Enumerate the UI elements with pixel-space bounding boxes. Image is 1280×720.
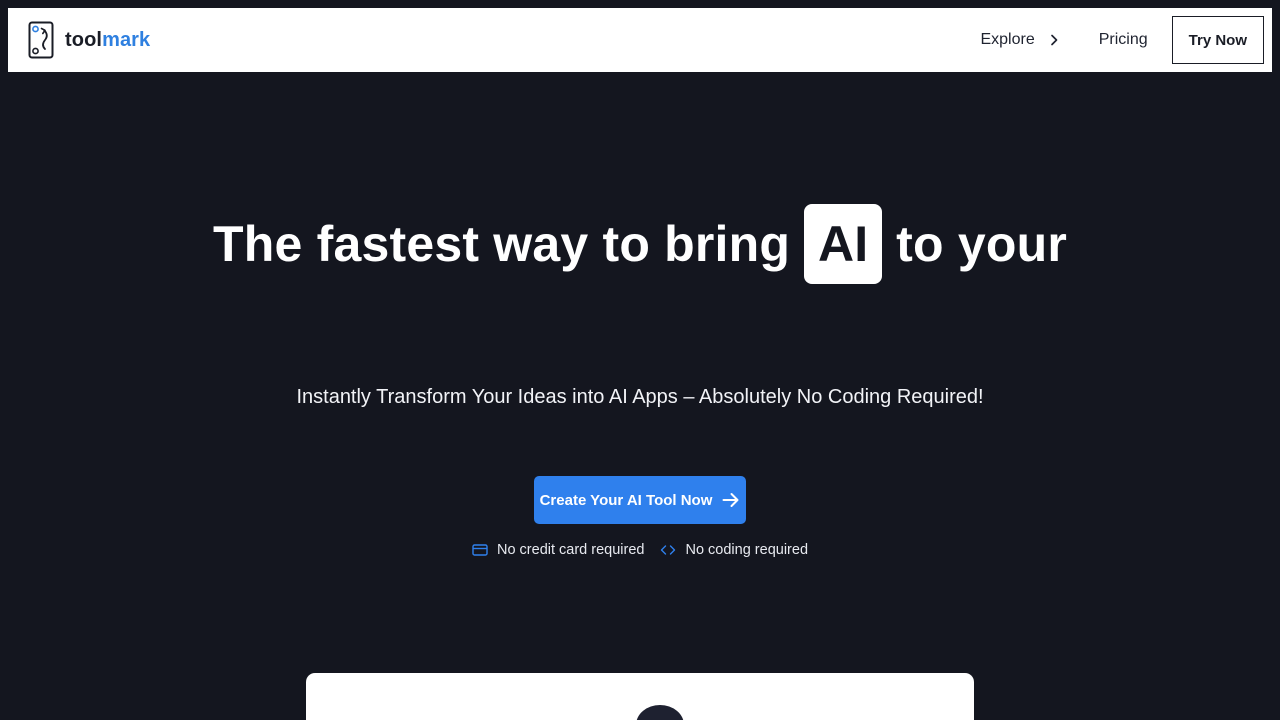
arrow-right-icon: [722, 493, 739, 507]
credit-card-icon: [472, 544, 488, 556]
note-no-coding: No coding required: [660, 540, 808, 560]
nav-explore[interactable]: Explore: [980, 31, 1058, 49]
note-no-credit-card-label: No credit card required: [496, 542, 645, 558]
page: toolmark Explore Pricing Try Now The fas…: [0, 0, 1280, 720]
toolmark-logo-icon: [28, 21, 54, 59]
try-now-button[interactable]: Try Now: [1171, 16, 1264, 64]
hero-subtitle: Instantly Transform Your Ideas into AI A…: [296, 386, 984, 408]
preview-card: [306, 673, 974, 720]
hero-title-after: to your: [896, 216, 1067, 272]
hero-title-before: The fastest way to bring: [213, 216, 791, 272]
chevron-right-icon: [1050, 34, 1058, 46]
brand-home-link[interactable]: toolmark: [28, 21, 150, 59]
hero-title-highlight: AI: [804, 204, 883, 284]
preview-avatar-shape: [636, 705, 684, 720]
hero-title: The fastest way to bring AI to your: [0, 204, 1280, 284]
main-nav: Explore Pricing Try Now: [980, 8, 1264, 72]
top-navbar: toolmark Explore Pricing Try Now: [8, 8, 1272, 72]
note-no-coding-label: No coding required: [685, 542, 809, 558]
note-no-credit-card: No credit card required: [472, 540, 645, 560]
code-icon: [661, 545, 676, 555]
nav-pricing[interactable]: Pricing: [1099, 31, 1148, 49]
create-ai-tool-label: Create Your AI Tool Now: [539, 491, 713, 509]
hero-notes: No credit card required No coding requir…: [0, 540, 1280, 560]
nav-explore-label: Explore: [980, 31, 1035, 48]
create-ai-tool-button[interactable]: Create Your AI Tool Now: [534, 476, 746, 524]
brand-name-part1: tool: [65, 28, 103, 51]
brand-name: toolmark: [65, 29, 150, 52]
brand-name-part2: mark: [102, 28, 151, 51]
nav-pricing-label: Pricing: [1098, 31, 1148, 48]
